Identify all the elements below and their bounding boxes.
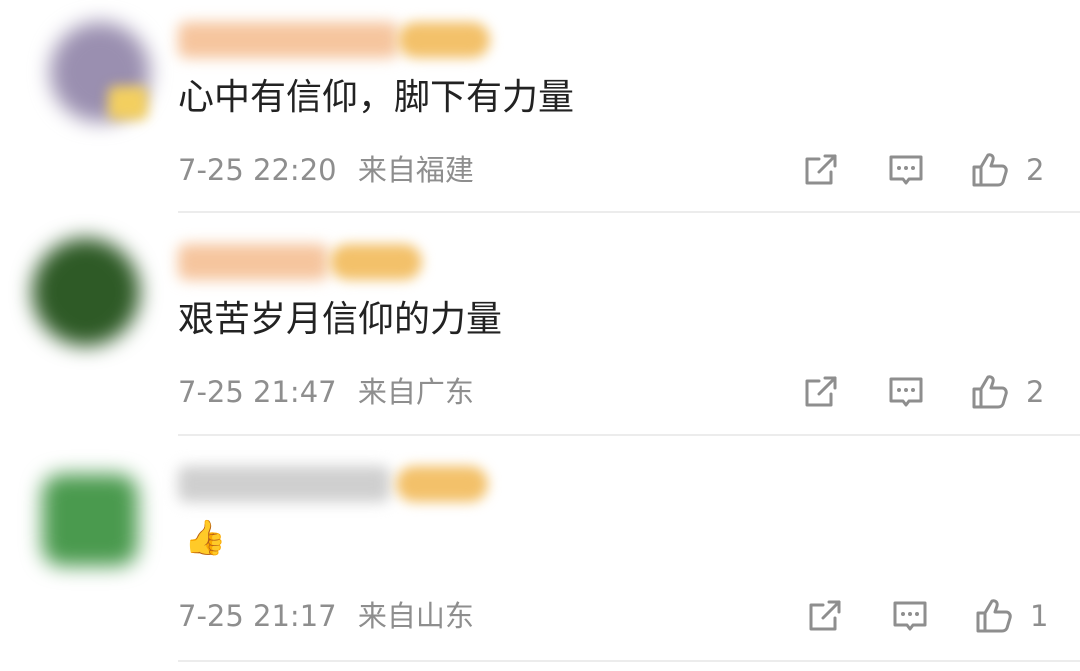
thumbs-up-emoji: 👍 <box>184 518 227 558</box>
comment-icon[interactable] <box>886 372 926 412</box>
comment-icon[interactable] <box>886 150 926 190</box>
like-count: 2 <box>1026 375 1045 409</box>
like-icon[interactable] <box>970 150 1010 190</box>
divider <box>178 211 1080 213</box>
comment-item: 心中有信仰，脚下有力量 7-25 22:20 来自福建 2 <box>0 0 1080 214</box>
comment-location: 来自福建 <box>357 153 474 187</box>
share-icon[interactable] <box>805 596 845 636</box>
comment-item: 👍 7-25 21:17 来自山东 1 <box>0 436 1080 671</box>
user-badge <box>398 22 490 58</box>
like-icon[interactable] <box>974 596 1014 636</box>
avatar-badge <box>108 86 148 120</box>
comment-meta: 7-25 21:47 来自广东 <box>178 374 486 410</box>
comment-text: 艰苦岁月信仰的力量 <box>178 299 503 340</box>
comment-location: 来自山东 <box>357 599 474 633</box>
like-count: 1 <box>1030 599 1049 633</box>
comment-item: 艰苦岁月信仰的力量 7-25 21:47 来自广东 2 <box>0 214 1080 436</box>
like-count: 2 <box>1026 153 1045 187</box>
user-badge <box>396 466 488 502</box>
user-badge <box>330 244 422 280</box>
username[interactable] <box>178 22 398 58</box>
share-icon[interactable] <box>801 372 841 412</box>
comment-meta: 7-25 21:17 来自山东 <box>178 598 486 634</box>
avatar[interactable] <box>32 238 140 346</box>
share-icon[interactable] <box>801 150 841 190</box>
avatar[interactable] <box>42 474 138 566</box>
comment-time: 7-25 21:17 <box>178 599 337 633</box>
comment-time: 7-25 21:47 <box>178 375 337 409</box>
divider <box>178 660 1080 662</box>
comment-time: 7-25 22:20 <box>178 153 337 187</box>
like-icon[interactable] <box>970 372 1010 412</box>
username[interactable] <box>178 244 328 280</box>
comment-icon[interactable] <box>890 596 930 636</box>
comment-text: 心中有信仰，脚下有力量 <box>178 77 575 118</box>
comment-location: 来自广东 <box>357 375 474 409</box>
username[interactable] <box>178 466 390 502</box>
comment-meta: 7-25 22:20 来自福建 <box>178 152 486 188</box>
